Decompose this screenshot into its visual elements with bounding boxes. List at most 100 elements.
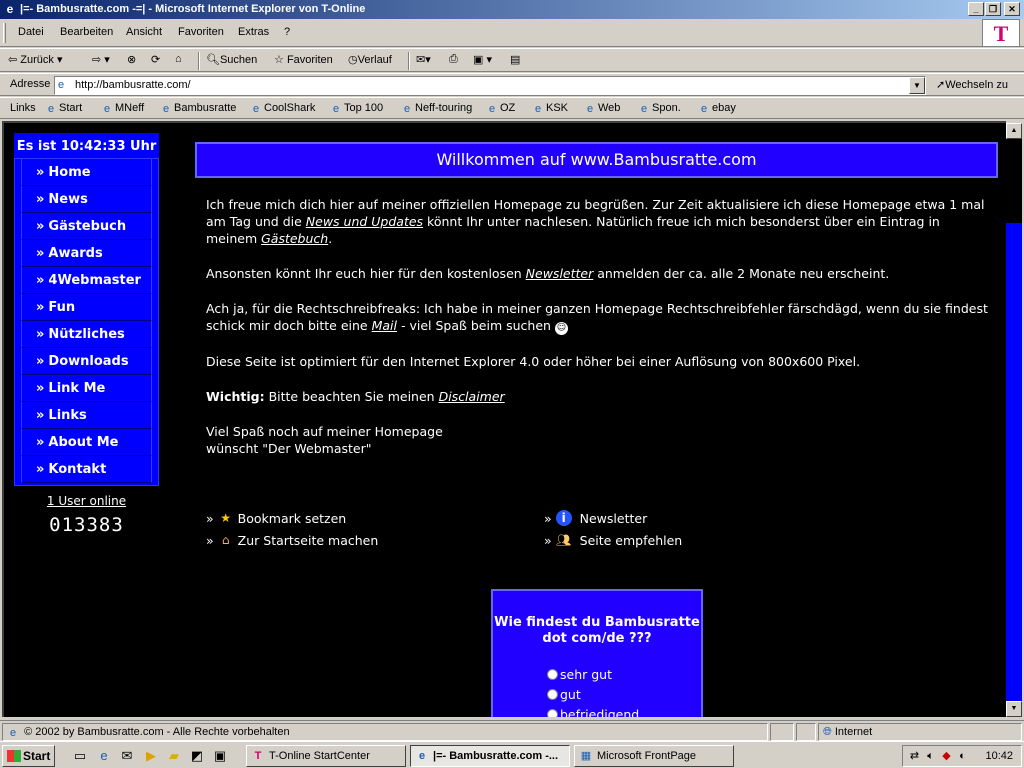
- mail-button[interactable]: ✉▾: [416, 53, 431, 66]
- nav-nuetzliches[interactable]: » Nützliches: [21, 321, 152, 348]
- edit-button[interactable]: ▣ ▾: [473, 53, 492, 66]
- go-button[interactable]: ➚Wechseln zu: [936, 78, 1008, 91]
- ie-icon: e: [332, 103, 340, 115]
- refresh-button[interactable]: ⟳: [151, 53, 160, 66]
- task-bambusratte[interactable]: e |=- Bambusratte.com -...: [410, 745, 570, 767]
- vertical-scrollbar[interactable]: ▲ ▼: [1006, 123, 1022, 717]
- link-web[interactable]: e Web: [584, 102, 620, 115]
- menu-ansicht[interactable]: Ansicht: [126, 26, 162, 38]
- nav-home[interactable]: » Home: [21, 159, 152, 186]
- back-button[interactable]: ⇦ Zurück ▾: [8, 53, 63, 66]
- menu-help[interactable]: ?: [284, 26, 290, 38]
- search-button[interactable]: 🔍︎Suchen: [206, 53, 257, 66]
- link-bambusratte[interactable]: e Bambusratte: [160, 102, 236, 115]
- text: Ansonsten könnt Ihr euch hier für den ko…: [206, 266, 526, 281]
- nav-kontakt[interactable]: » Kontakt: [21, 456, 152, 483]
- task-frontpage[interactable]: ▦ Microsoft FrontPage: [574, 745, 734, 767]
- disclaimer-link[interactable]: Disclaimer: [439, 389, 505, 404]
- close-button[interactable]: ✕: [1004, 2, 1020, 16]
- ie-quicklaunch-icon[interactable]: e: [96, 748, 112, 764]
- monitor-icon[interactable]: ▣: [212, 748, 228, 764]
- link-ebay[interactable]: e ebay: [698, 102, 736, 115]
- link-ksk[interactable]: e KSK: [532, 102, 568, 115]
- nav-label: Downloads: [48, 354, 129, 369]
- history-button[interactable]: ◷Verlauf: [348, 53, 392, 66]
- volume-icon[interactable]: 🔈︎: [923, 749, 938, 764]
- option-label: sehr gut: [560, 667, 612, 682]
- favorites-icon: ☆: [274, 54, 284, 66]
- minimize-button[interactable]: _: [968, 2, 984, 16]
- forward-button[interactable]: ⇨ ▾: [92, 53, 110, 66]
- bookmark-action[interactable]: » ★ Bookmark setzen: [206, 510, 346, 526]
- menu-favoriten[interactable]: Favoriten: [178, 26, 224, 38]
- start-button[interactable]: Start: [2, 745, 55, 767]
- recommend-action[interactable]: » 👥︎ Seite empfehlen: [544, 532, 682, 548]
- scroll-down-arrow-icon[interactable]: ▼: [1006, 701, 1022, 717]
- guestbook-link[interactable]: Gästebuch: [261, 231, 328, 246]
- newsletter-action[interactable]: » i Newsletter: [544, 510, 647, 526]
- nav-downloads[interactable]: » Downloads: [21, 348, 152, 375]
- scrollbar-thumb[interactable]: [1006, 223, 1022, 703]
- maximize-button[interactable]: ❐: [985, 2, 1001, 16]
- link-spon[interactable]: e Spon.: [638, 102, 681, 115]
- link-start[interactable]: e Start: [45, 102, 82, 115]
- home-button[interactable]: ⌂: [175, 53, 182, 65]
- menu-extras[interactable]: Extras: [238, 26, 269, 38]
- folder-icon[interactable]: ▰: [166, 748, 182, 764]
- text: .: [328, 231, 333, 246]
- news-updates-link[interactable]: News und Updates: [306, 214, 423, 229]
- address-input[interactable]: e http://bambusratte.com/ ▼: [54, 76, 926, 95]
- stop-button[interactable]: ⊗: [127, 53, 136, 66]
- tray-app-icon[interactable]: ◐: [955, 749, 970, 764]
- start-label: Start: [23, 749, 51, 763]
- antivirus-icon[interactable]: ◆: [939, 749, 954, 764]
- link-coolshark[interactable]: e CoolShark: [250, 102, 315, 115]
- link-neff-touring[interactable]: e Neff-touring: [401, 102, 472, 115]
- media-player-icon[interactable]: ▶: [143, 748, 159, 764]
- poll-option[interactable]: sehr gut: [547, 665, 701, 685]
- toolbar-grip[interactable]: [3, 23, 6, 43]
- show-desktop-icon[interactable]: ▭: [72, 748, 88, 764]
- radio-button[interactable]: [547, 709, 558, 717]
- nav-links[interactable]: » Links: [21, 402, 152, 429]
- nav-gaestebuch[interactable]: » Gästebuch: [21, 213, 152, 240]
- menu-bearbeiten[interactable]: Bearbeiten: [60, 26, 113, 38]
- startpage-action[interactable]: » ⌂ Zur Startseite machen: [206, 532, 378, 548]
- window-title-bar[interactable]: e |=- Bambusratte.com -=| - Microsoft In…: [0, 0, 1024, 19]
- users-online-link[interactable]: 1 User online: [14, 494, 159, 508]
- home-icon: ⌂: [175, 53, 182, 65]
- nav-awards[interactable]: » Awards: [21, 240, 152, 267]
- poll-option[interactable]: befriedigend: [547, 705, 701, 717]
- newsletter-link[interactable]: Newsletter: [526, 266, 594, 281]
- radio-button[interactable]: [547, 689, 558, 700]
- address-dropdown-button[interactable]: ▼: [909, 77, 925, 94]
- nav-bullet: »: [36, 354, 45, 369]
- task-t-online[interactable]: T T-Online StartCenter: [246, 745, 406, 767]
- mail-icon: ✉: [416, 54, 426, 66]
- nav-about-me[interactable]: » About Me: [21, 429, 152, 456]
- radio-button[interactable]: [547, 669, 558, 680]
- link-oz[interactable]: e OZ: [486, 102, 515, 115]
- print-button[interactable]: ⎙: [449, 53, 458, 66]
- mail-link[interactable]: Mail: [372, 318, 397, 333]
- outlook-icon[interactable]: ✉: [119, 748, 135, 764]
- scroll-up-arrow-icon[interactable]: ▲: [1006, 123, 1022, 139]
- link-mneff[interactable]: e MNeff: [101, 102, 144, 115]
- task-label: T-Online StartCenter: [269, 750, 370, 762]
- nav-news[interactable]: » News: [21, 186, 152, 213]
- favorites-button[interactable]: ☆ Favoriten: [274, 53, 333, 66]
- nav-link-me[interactable]: » Link Me: [21, 375, 152, 402]
- nav-4webmaster[interactable]: » 4Webmaster: [21, 267, 152, 294]
- discuss-button[interactable]: ▤: [510, 53, 520, 66]
- network-icon[interactable]: ⇄: [907, 749, 922, 764]
- nav-bullet: »: [36, 273, 45, 288]
- menu-datei[interactable]: Datei: [18, 26, 44, 38]
- nav-fun[interactable]: » Fun: [21, 294, 152, 321]
- text: Ach ja, für die Rechtschreibfreaks: Ich …: [206, 301, 988, 333]
- app-icon[interactable]: ◩: [189, 748, 205, 764]
- poll-option[interactable]: gut: [547, 685, 701, 705]
- bullet: »: [206, 533, 214, 548]
- sidebar-clock: Es ist 10:42:33 Uhr: [14, 133, 159, 158]
- newsletter-label: Newsletter: [579, 511, 648, 526]
- link-top100[interactable]: e Top 100: [330, 102, 383, 115]
